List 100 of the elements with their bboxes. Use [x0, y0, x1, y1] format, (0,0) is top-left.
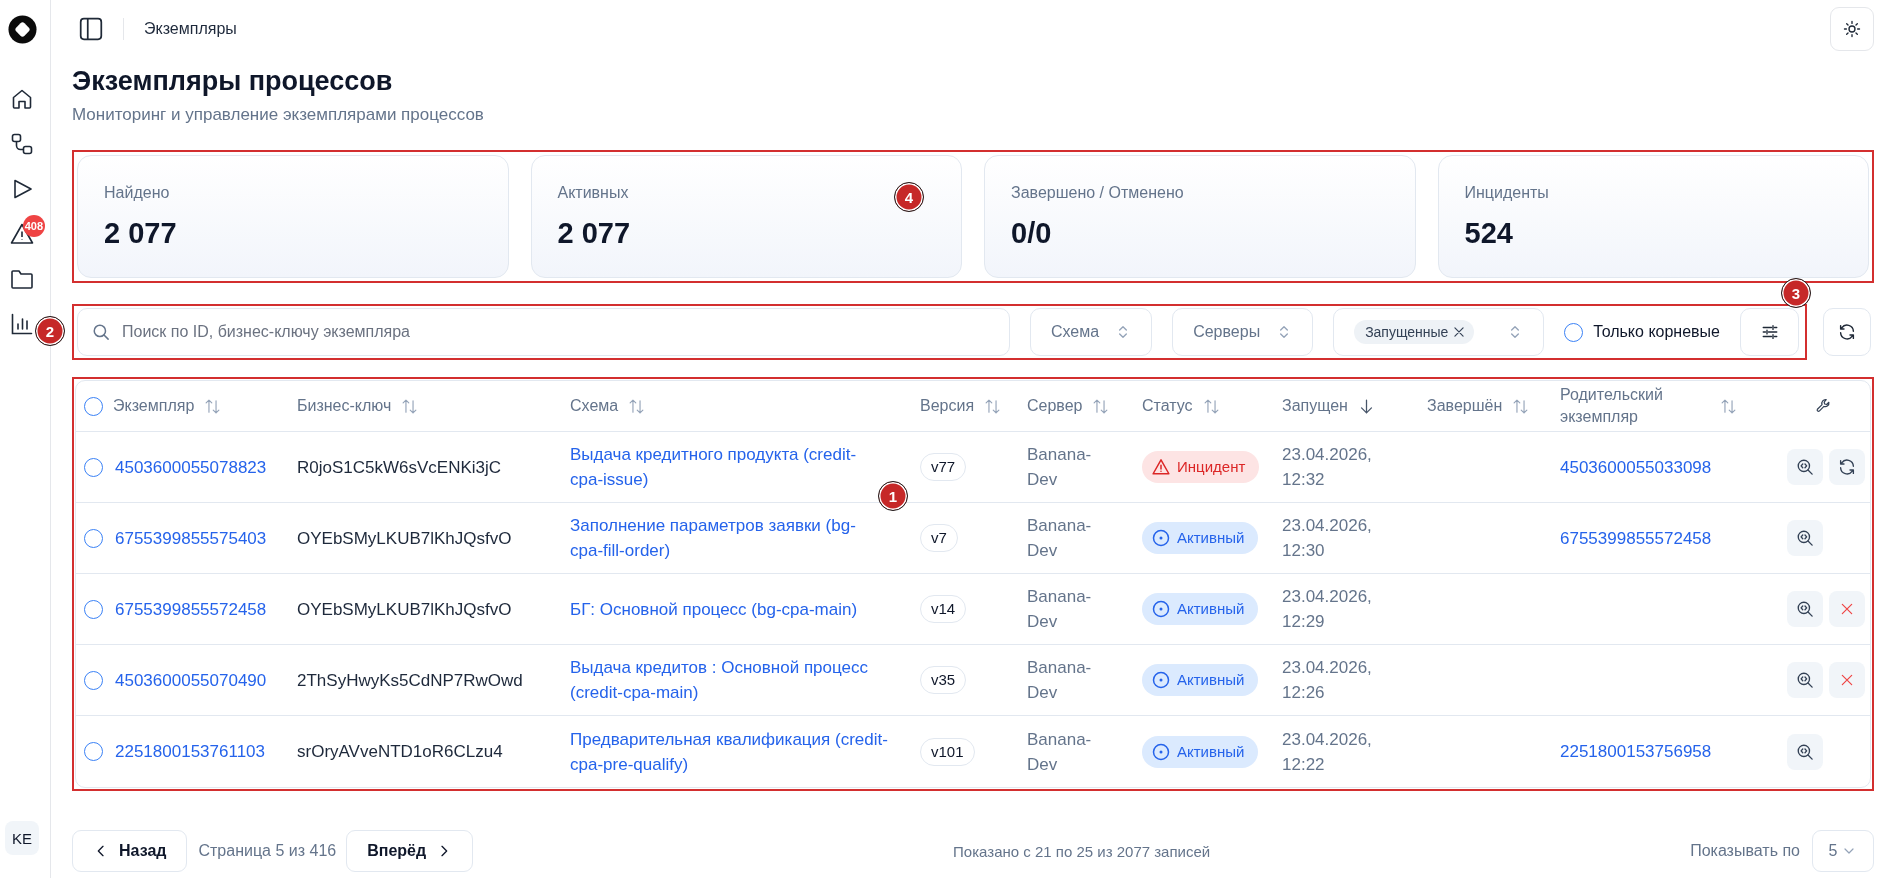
row-checkbox[interactable] [84, 457, 103, 477]
server-name: Banana-Dev [1027, 515, 1093, 562]
status-text: Активный [1177, 599, 1245, 619]
start-time: 23.04.2026, 12:22 [1282, 728, 1373, 776]
search-field[interactable]: Поиск по ID, бизнес-ключу экземпляра [77, 308, 1010, 356]
refresh-icon [1838, 323, 1856, 341]
nav-button[interactable] [10, 132, 34, 156]
panel-icon [78, 16, 104, 42]
dropdown[interactable]: Серверы [1172, 308, 1314, 356]
chip-text: Запущенные [1365, 324, 1449, 340]
parent-instance-link[interactable]: 4503600055033098 [1560, 454, 1712, 480]
code-search-icon [1796, 600, 1814, 618]
filter-button[interactable] [1740, 308, 1799, 356]
bar-chart-icon [10, 312, 34, 336]
start-time: 23.04.2026, 12:29 [1282, 586, 1373, 633]
checkbox[interactable] [1564, 322, 1584, 342]
warning-icon [1152, 458, 1170, 476]
sidebar-toggle-button[interactable] [78, 16, 104, 42]
user-avatar[interactable]: KE [5, 821, 39, 855]
code-search-icon [1796, 529, 1814, 547]
business-key: 2ThSyHwyKs5CdNP7RwOwd [297, 667, 523, 693]
home-icon [10, 87, 34, 111]
business-key: srOryAVveNTD1oR6CLzu4 [297, 739, 503, 764]
row-checkbox[interactable] [84, 670, 103, 690]
search-icon [92, 323, 110, 341]
schema-link[interactable]: Выдача кредитов : Основной процесс (credit-cpa-main) [570, 655, 908, 705]
column-header: Экземпляр [113, 396, 195, 416]
code-search-icon [1796, 742, 1814, 761]
stat-label: Завершено / Отменено [1011, 183, 1184, 203]
callout-badge: 2 [35, 316, 65, 346]
previous-page-button[interactable]: Назад [72, 830, 188, 872]
business-key: OYEbSMyLKUB7lKhJQsfvO [297, 525, 512, 551]
schema-link[interactable]: Предварительная квалификация (credit-cpa-pre-qualify) [570, 726, 908, 777]
parent-instance-link[interactable]: 6755399855572458 [1560, 525, 1712, 551]
refresh-button[interactable] [1823, 308, 1871, 356]
instance-link[interactable]: 2251800153761103 [115, 739, 265, 764]
page-size-select[interactable]: 5 [1812, 830, 1874, 872]
stat-label: Найдено [104, 183, 170, 203]
business-key: OYEbSMyLKUB7lKhJQsfvO [297, 596, 512, 622]
row-checkbox[interactable] [84, 599, 103, 619]
instance-link[interactable]: 6755399855572458 [115, 596, 267, 622]
view-button[interactable] [1787, 591, 1823, 627]
stat-value: 2 077 [104, 216, 177, 251]
view-button[interactable] [1787, 662, 1823, 698]
retry-button[interactable] [1829, 449, 1865, 485]
schema-link[interactable]: БГ: Основной процесс (bg-cpa-main) [570, 596, 878, 622]
flow-icon [10, 132, 34, 156]
column-header: Сервер [1027, 396, 1083, 416]
column-header: Схема [570, 396, 619, 416]
schema-link[interactable]: Заполнение параметров заявки (bg-cpa-fill-order) [570, 513, 908, 563]
version-badge: v77 [920, 453, 967, 481]
version-badge: v101 [920, 737, 975, 766]
theme-toggle-button[interactable] [1830, 7, 1874, 51]
business-key: R0joS1C5kW6sVcENKi3jC [297, 454, 502, 480]
row-checkbox[interactable] [84, 742, 103, 761]
close-icon [1839, 672, 1855, 688]
column-header: Запущен [1282, 396, 1348, 416]
code-search-icon [1796, 671, 1814, 689]
logo-icon[interactable] [7, 15, 37, 44]
next-page-button[interactable]: Вперёд [346, 830, 474, 872]
column-header: Версия [920, 396, 975, 416]
instance-link[interactable]: 6755399855575403 [115, 525, 267, 551]
row-checkbox[interactable] [84, 528, 103, 548]
nav-button[interactable]: 408 [10, 215, 45, 246]
view-button[interactable] [1787, 449, 1823, 485]
column-header: Родительский экземпляр [1560, 385, 1664, 427]
nav-button[interactable] [10, 87, 34, 111]
callout-badge: 1 [878, 481, 908, 511]
column-header: Статус [1142, 396, 1193, 416]
start-time: 23.04.2026, 12:32 [1282, 444, 1373, 491]
stat-value: 2 077 [557, 216, 631, 251]
version-badge: v14 [920, 595, 967, 623]
instance-link[interactable]: 4503600055078823 [115, 454, 267, 480]
nav-button[interactable] [10, 312, 34, 336]
stat-value: 524 [1464, 216, 1513, 251]
status-text: Активный [1177, 741, 1245, 762]
start-time: 23.04.2026, 12:30 [1282, 515, 1373, 562]
page-subtitle: Мониторинг и управление экземплярами процессов [72, 104, 485, 126]
status-text: Активный [1177, 670, 1245, 690]
checkbox-label[interactable]: Только корневые [1593, 323, 1720, 341]
dot-circle-icon [1152, 742, 1170, 761]
select-all-checkbox[interactable] [84, 396, 103, 416]
status-select[interactable]: Запущенные [1333, 308, 1545, 356]
refresh-icon [1838, 458, 1856, 476]
server-name: Banana-Dev [1027, 586, 1093, 633]
status-text: Активный [1177, 528, 1245, 548]
view-button[interactable] [1787, 520, 1823, 556]
notification-badge: 408 [22, 215, 45, 237]
dropdown[interactable]: Схема [1030, 308, 1153, 356]
dot-circle-icon [1152, 529, 1170, 547]
stat-label: Инциденты [1464, 183, 1549, 203]
nav-button[interactable] [10, 267, 34, 291]
parent-instance-link[interactable]: 2251800153756958 [1560, 739, 1712, 764]
view-button[interactable] [1787, 733, 1823, 770]
code-search-icon [1796, 458, 1814, 476]
instance-link[interactable]: 4503600055070490 [115, 667, 267, 693]
close-icon[interactable] [1452, 325, 1467, 339]
pagination-summary: Показано с 21 по 25 из 2077 записей [953, 842, 1211, 860]
page-info: Страница 5 из 416 [198, 842, 337, 860]
page-size-label: Показывать по [1690, 842, 1800, 860]
